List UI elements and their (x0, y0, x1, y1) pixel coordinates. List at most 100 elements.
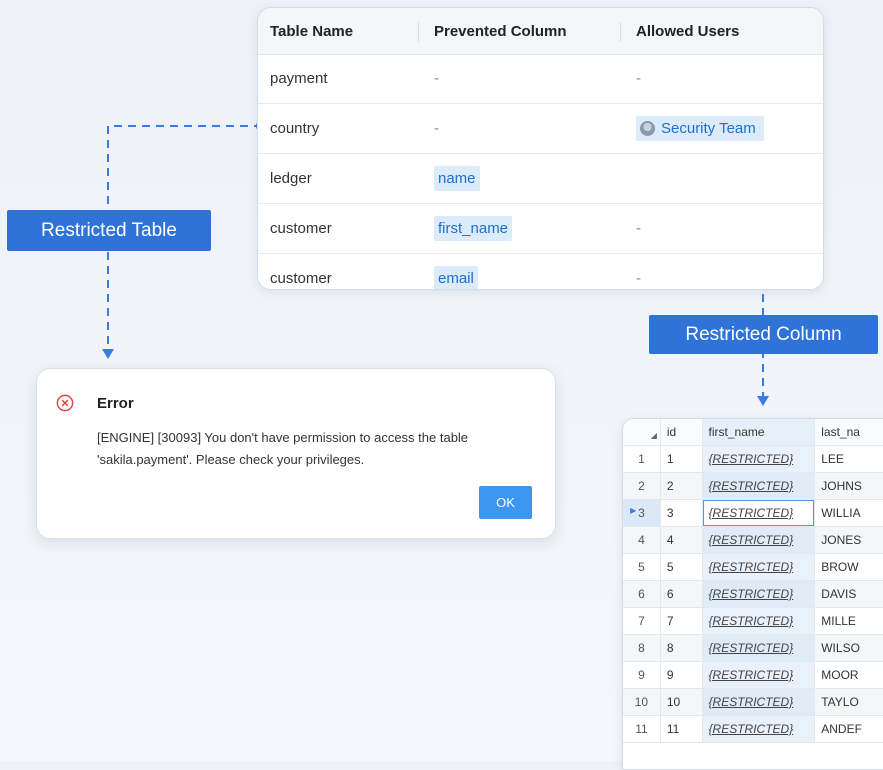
table-row[interactable]: 5 5 {RESTRICTED} BROW (623, 553, 883, 581)
first-name-cell[interactable]: {RESTRICTED} (702, 445, 816, 473)
table-row[interactable]: 1 1 {RESTRICTED} LEE (623, 445, 883, 473)
sort-icon[interactable]: ◢ (651, 431, 657, 440)
table-row[interactable]: ▶ 3 3 {RESTRICTED} WILLIA (623, 499, 883, 527)
restricted-value: {RESTRICTED} (708, 614, 794, 628)
table-row[interactable]: 10 10 {RESTRICTED} TAYLO (623, 688, 883, 716)
restricted-value: {RESTRICTED} (708, 695, 794, 709)
restricted-column-label: Restricted Column (649, 315, 878, 354)
allowed-users-cell: - (636, 270, 641, 287)
row-number: 2 (623, 472, 661, 500)
access-policy-table: Table Name Prevented Column Allowed User… (257, 7, 824, 290)
column-header-id[interactable]: id (660, 419, 703, 446)
first-name-cell[interactable]: {RESTRICTED} (702, 472, 816, 500)
header-allowed-users: Allowed Users (636, 22, 740, 40)
id-cell[interactable]: 9 (660, 661, 703, 689)
table-name-cell: customer (270, 220, 332, 237)
policy-row[interactable]: payment - - (258, 54, 823, 104)
row-number: 6 (623, 580, 661, 608)
last-name-cell[interactable]: BROW (814, 553, 883, 581)
id-cell[interactable]: 6 (660, 580, 703, 608)
policy-table-header: Table Name Prevented Column Allowed User… (258, 8, 823, 55)
result-grid: ◢ id first_name last_na 1 1 {RESTRICTED}… (622, 418, 883, 770)
prevented-column-cell: - (434, 70, 439, 87)
id-cell[interactable]: 2 (660, 472, 703, 500)
row-number: 8 (623, 634, 661, 662)
id-cell[interactable]: 8 (660, 634, 703, 662)
last-name-cell[interactable]: WILSO (814, 634, 883, 662)
first-name-cell[interactable]: {RESTRICTED} (702, 688, 816, 716)
column-header-first-name[interactable]: first_name (702, 419, 816, 446)
first-name-cell[interactable]: {RESTRICTED} (702, 499, 816, 527)
restricted-value: {RESTRICTED} (708, 533, 794, 547)
restricted-value: {RESTRICTED} (708, 452, 794, 466)
last-name-cell[interactable]: TAYLO (814, 688, 883, 716)
last-name-cell[interactable]: DAVIS (814, 580, 883, 608)
table-row[interactable]: 7 7 {RESTRICTED} MILLE (623, 607, 883, 635)
id-cell[interactable]: 11 (660, 715, 703, 743)
table-row[interactable]: 4 4 {RESTRICTED} JONES (623, 526, 883, 554)
last-name-cell[interactable]: MOOR (814, 661, 883, 689)
restricted-value: {RESTRICTED} (708, 587, 794, 601)
header-table-name: Table Name (270, 22, 354, 40)
id-cell[interactable]: 10 (660, 688, 703, 716)
restricted-value: {RESTRICTED} (708, 479, 794, 493)
security-team-chip[interactable]: Security Team (636, 116, 764, 141)
header-prevented-column: Prevented Column (434, 22, 567, 40)
error-dialog: Error [ENGINE] [30093] You don't have pe… (36, 368, 556, 539)
arrowhead-down-icon (102, 349, 114, 359)
row-number: 5 (623, 553, 661, 581)
dialog-title: Error (97, 395, 134, 412)
row-number: 11 (623, 715, 661, 743)
first-name-cell[interactable]: {RESTRICTED} (702, 580, 816, 608)
policy-row[interactable]: ledger name (258, 154, 823, 204)
last-name-cell[interactable]: LEE (814, 445, 883, 473)
first-name-cell[interactable]: {RESTRICTED} (702, 526, 816, 554)
restricted-value: {RESTRICTED} (708, 641, 794, 655)
prevented-column-cell: email (434, 254, 478, 289)
column-chip[interactable]: first_name (434, 216, 513, 241)
table-name-cell: payment (270, 70, 328, 87)
first-name-cell[interactable]: {RESTRICTED} (702, 661, 816, 689)
row-number: 4 (623, 526, 661, 554)
last-name-cell[interactable]: JONES (814, 526, 883, 554)
last-name-cell[interactable]: JOHNS (814, 472, 883, 500)
policy-row[interactable]: customer first_name - (258, 204, 823, 254)
id-cell[interactable]: 5 (660, 553, 703, 581)
row-number: 7 (623, 607, 661, 635)
current-row-indicator-icon: ▶ (630, 506, 637, 515)
table-name-cell: ledger (270, 170, 312, 187)
arrowhead-down-icon (757, 396, 769, 406)
row-number: 1 (623, 445, 661, 473)
policy-row[interactable]: country - Security Team (258, 104, 823, 154)
table-row[interactable]: 11 11 {RESTRICTED} ANDEF (623, 715, 883, 743)
column-chip[interactable]: name (434, 166, 480, 191)
table-name-cell: customer (270, 270, 332, 287)
id-cell[interactable]: 3 (660, 499, 703, 527)
restricted-value: {RESTRICTED} (708, 560, 794, 574)
table-row[interactable]: 6 6 {RESTRICTED} DAVIS (623, 580, 883, 608)
error-icon (56, 394, 74, 412)
first-name-cell[interactable]: {RESTRICTED} (702, 634, 816, 662)
error-message: [ENGINE] [30093] You don't have permissi… (97, 430, 469, 467)
table-row[interactable]: 2 2 {RESTRICTED} JOHNS (623, 472, 883, 500)
id-cell[interactable]: 7 (660, 607, 703, 635)
restricted-table-label: Restricted Table (7, 210, 211, 251)
row-number: 10 (623, 688, 661, 716)
first-name-cell[interactable]: {RESTRICTED} (702, 715, 816, 743)
last-name-cell[interactable]: ANDEF (814, 715, 883, 743)
last-name-cell[interactable]: MILLE (814, 607, 883, 635)
table-row[interactable]: 8 8 {RESTRICTED} WILSO (623, 634, 883, 662)
first-name-cell[interactable]: {RESTRICTED} (702, 553, 816, 581)
policy-row[interactable]: customer email - (258, 254, 823, 289)
first-name-cell[interactable]: {RESTRICTED} (702, 607, 816, 635)
id-cell[interactable]: 1 (660, 445, 703, 473)
table-name-cell: country (270, 120, 320, 137)
prevented-column-cell: name (434, 154, 480, 203)
restricted-value: {RESTRICTED} (708, 722, 794, 736)
table-row[interactable]: 9 9 {RESTRICTED} MOOR (623, 661, 883, 689)
column-header-last-name[interactable]: last_na (814, 419, 883, 446)
column-chip[interactable]: email (434, 266, 478, 289)
last-name-cell[interactable]: WILLIA (814, 499, 883, 527)
id-cell[interactable]: 4 (660, 526, 703, 554)
ok-button[interactable]: OK (479, 486, 532, 519)
